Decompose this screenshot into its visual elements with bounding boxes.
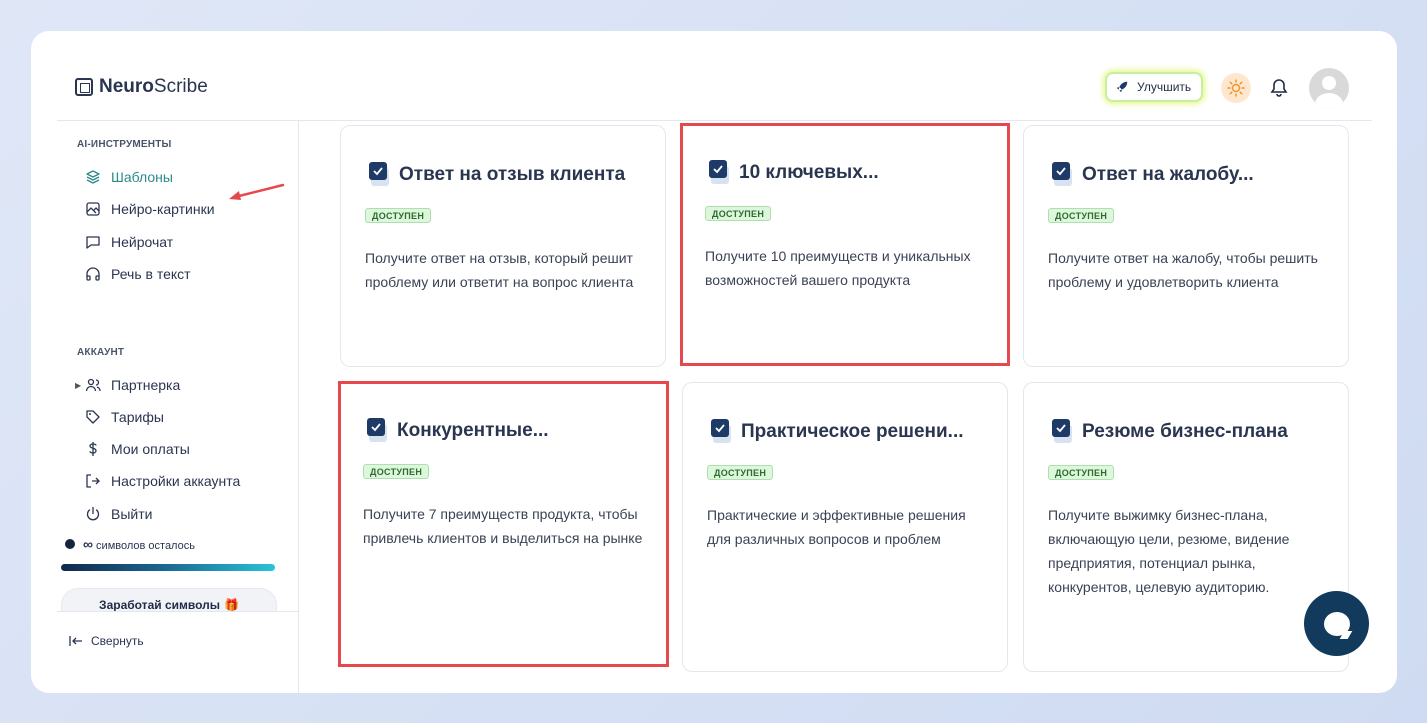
card-description: Получите ответ на отзыв, который решит п…	[365, 250, 634, 290]
template-card[interactable]: Ответ на отзыв клиента ДОСТУПЕН Получите о…	[340, 125, 666, 367]
section-title-account: АККАУНТ	[77, 347, 125, 358]
template-card[interactable]: Практическое решени... ДОСТУПЕН Практическ…	[682, 382, 1008, 672]
credits-value: ∞	[83, 536, 93, 552]
card-title: Ответ на жалобу...	[1082, 164, 1254, 185]
layers-icon	[86, 170, 100, 184]
checkbox-doc-icon	[711, 419, 733, 445]
logo-text: NeuroScribe	[99, 76, 208, 97]
notifications-button[interactable]	[1267, 76, 1291, 100]
template-card[interactable]: Конкурентные... ДОСТУПЕН Получите 7 преиму…	[338, 381, 669, 667]
status-badge: ДОСТУПЕН	[1048, 465, 1115, 480]
card-header: Конкурентные...	[367, 418, 549, 444]
section-title-ai-tools: AI-ИНСТРУМЕНТЫ	[77, 139, 172, 150]
card-header: Практическое решени...	[711, 419, 964, 445]
card-header: Ответ на жалобу...	[1052, 162, 1254, 188]
chat-bubble-icon	[1323, 611, 1350, 636]
checkbox-doc-icon	[1052, 419, 1074, 445]
annotation-arrow	[229, 183, 285, 200]
logo[interactable]: NeuroScribe	[75, 76, 208, 98]
headphones-icon	[86, 267, 100, 281]
settings-exit-icon	[86, 474, 100, 488]
bell-icon	[1270, 79, 1288, 97]
sidebar-item-templates[interactable]: Шаблоны	[85, 166, 173, 188]
checkbox-doc-icon	[709, 160, 731, 186]
checkbox-doc-icon	[367, 418, 389, 444]
sidebar-footer: Свернуть	[57, 611, 298, 693]
card-title: 10 ключевых...	[739, 162, 879, 183]
status-badge: ДОСТУПЕН	[1048, 208, 1115, 223]
status-dot-icon	[65, 539, 75, 549]
dollar-icon	[89, 442, 97, 456]
rocket-icon	[1116, 81, 1128, 93]
card-title: Практическое решени...	[741, 421, 964, 442]
checkbox-doc-icon	[369, 162, 391, 188]
status-badge: ДОСТУПЕН	[707, 465, 774, 480]
user-avatar[interactable]	[1309, 68, 1349, 108]
sun-icon	[1227, 79, 1245, 97]
status-badge: ДОСТУПЕН	[705, 206, 772, 221]
card-description: Получите 10 преимуществ и уникальных воз…	[705, 248, 971, 288]
gift-icon: 🎁	[224, 598, 239, 612]
power-icon	[86, 506, 100, 521]
users-icon	[85, 378, 101, 392]
sidebar-item-neuro-chat[interactable]: Нейрочат	[85, 231, 173, 253]
upgrade-button[interactable]: Улучшить	[1105, 72, 1204, 102]
card-title: Резюме бизнес-плана	[1082, 421, 1288, 442]
card-description: Получите ответ на жалобу, чтобы решить п…	[1048, 250, 1318, 290]
card-header: 10 ключевых...	[709, 160, 879, 186]
template-card[interactable]: Резюме бизнес-плана ДОСТУПЕН Получите выжи…	[1023, 382, 1349, 672]
card-header: Резюме бизнес-плана	[1052, 419, 1288, 445]
checkbox-doc-icon	[1052, 162, 1074, 188]
image-icon	[86, 202, 100, 216]
status-badge: ДОСТУПЕН	[365, 208, 432, 223]
tag-icon	[86, 410, 100, 424]
chat-icon	[86, 236, 100, 249]
card-description: Получите 7 преимуществ продукта, чтобы п…	[363, 506, 643, 546]
sidebar-item-account-settings[interactable]: Настройки аккаунта	[85, 470, 240, 492]
app-window: NeuroScribe Улучшить AI-ИНСТРУМЕНТЫ Шабл…	[31, 31, 1397, 693]
template-card[interactable]: 10 ключевых... ДОСТУПЕН Получите 10 преиму…	[680, 123, 1010, 366]
logo-icon	[75, 78, 93, 96]
sidebar-item-speech-to-text[interactable]: Речь в текст	[85, 263, 191, 285]
upgrade-label: Улучшить	[1137, 80, 1192, 94]
status-badge: ДОСТУПЕН	[363, 464, 430, 479]
credits-progress-bar	[61, 564, 275, 571]
card-description: Практические и эффективные решения для р…	[707, 507, 966, 547]
card-title: Конкурентные...	[397, 420, 549, 441]
collapse-sidebar-button[interactable]: Свернуть	[69, 634, 144, 648]
sidebar-item-tariffs[interactable]: Тарифы	[85, 406, 164, 428]
card-header: Ответ на отзыв клиента	[369, 162, 625, 188]
collapse-arrow-icon	[69, 636, 82, 646]
card-description: Получите выжимку бизнес-плана, включающу…	[1048, 507, 1290, 595]
credits-status: ∞ символов осталось	[65, 536, 195, 552]
theme-toggle-button[interactable]	[1221, 73, 1251, 103]
top-header: NeuroScribe Улучшить	[31, 31, 1397, 121]
sidebar-item-logout[interactable]: Выйти	[85, 503, 152, 525]
sidebar-item-my-payments[interactable]: Мои оплаты	[85, 438, 190, 460]
support-chat-button[interactable]	[1304, 591, 1369, 656]
sidebar-item-partners[interactable]: ▶ Партнерка	[75, 374, 180, 396]
expand-caret-icon[interactable]: ▶	[75, 381, 81, 390]
template-card[interactable]: Ответ на жалобу... ДОСТУПЕН Получите ответ…	[1023, 125, 1349, 367]
sidebar: AI-ИНСТРУМЕНТЫ Шаблоны Нейро-картинки Не…	[57, 121, 299, 693]
card-title: Ответ на отзыв клиента	[399, 164, 626, 185]
credits-label: символов осталось	[96, 540, 195, 552]
sidebar-item-neuro-images[interactable]: Нейро-картинки	[85, 198, 215, 220]
